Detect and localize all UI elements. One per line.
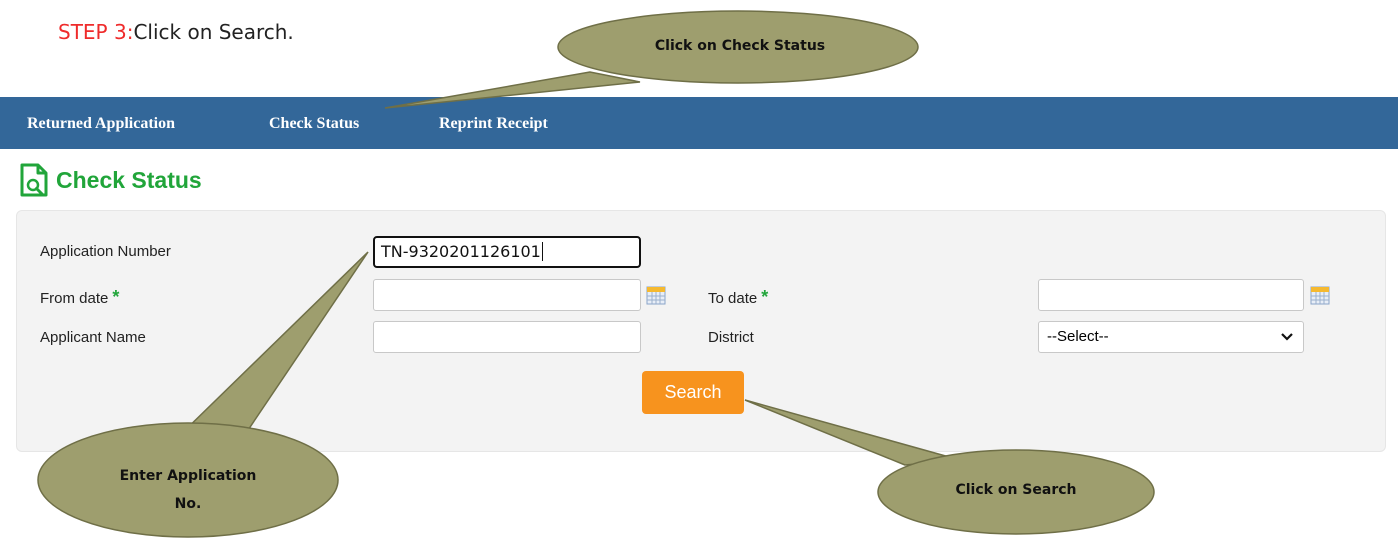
from-date-label: From date * — [40, 287, 120, 307]
callout-check-status-text: Click on Check Status — [654, 38, 826, 54]
from-date-input[interactable] — [373, 279, 641, 311]
top-navbar: Returned Application Check Status Reprin… — [0, 97, 1398, 149]
page-title: Check Status — [56, 167, 202, 193]
district-selected-value: --Select-- — [1047, 328, 1109, 345]
calendar-icon[interactable] — [646, 285, 666, 305]
applicant-name-label: Applicant Name — [40, 329, 146, 346]
required-marker: * — [112, 287, 120, 307]
calendar-icon[interactable] — [1310, 285, 1330, 305]
step-label: STEP 3: — [58, 20, 134, 44]
required-marker: * — [761, 287, 769, 307]
to-date-label: To date * — [708, 287, 769, 307]
nav-reprint-receipt[interactable]: Reprint Receipt — [439, 115, 548, 133]
district-label: District — [708, 329, 754, 346]
application-number-value: TN-9320201126101 — [381, 242, 541, 261]
application-number-input[interactable]: TN-9320201126101 — [373, 236, 641, 268]
callout-search-text: Click on Search — [955, 482, 1077, 498]
callout-enter-app-text: Enter Application No. — [119, 468, 257, 512]
applicant-name-input[interactable] — [373, 321, 641, 353]
to-date-input[interactable] — [1038, 279, 1304, 311]
step-text: Click on Search. — [133, 20, 294, 44]
application-number-label: Application Number — [40, 243, 171, 260]
nav-check-status[interactable]: Check Status — [269, 115, 359, 133]
district-select[interactable]: --Select-- — [1038, 321, 1304, 353]
document-search-icon — [20, 163, 48, 197]
nav-returned-application[interactable]: Returned Application — [27, 115, 175, 133]
chevron-down-icon — [1281, 333, 1293, 341]
step-instruction: STEP 3:Click on Search. — [58, 20, 294, 44]
search-button[interactable]: Search — [642, 371, 744, 414]
